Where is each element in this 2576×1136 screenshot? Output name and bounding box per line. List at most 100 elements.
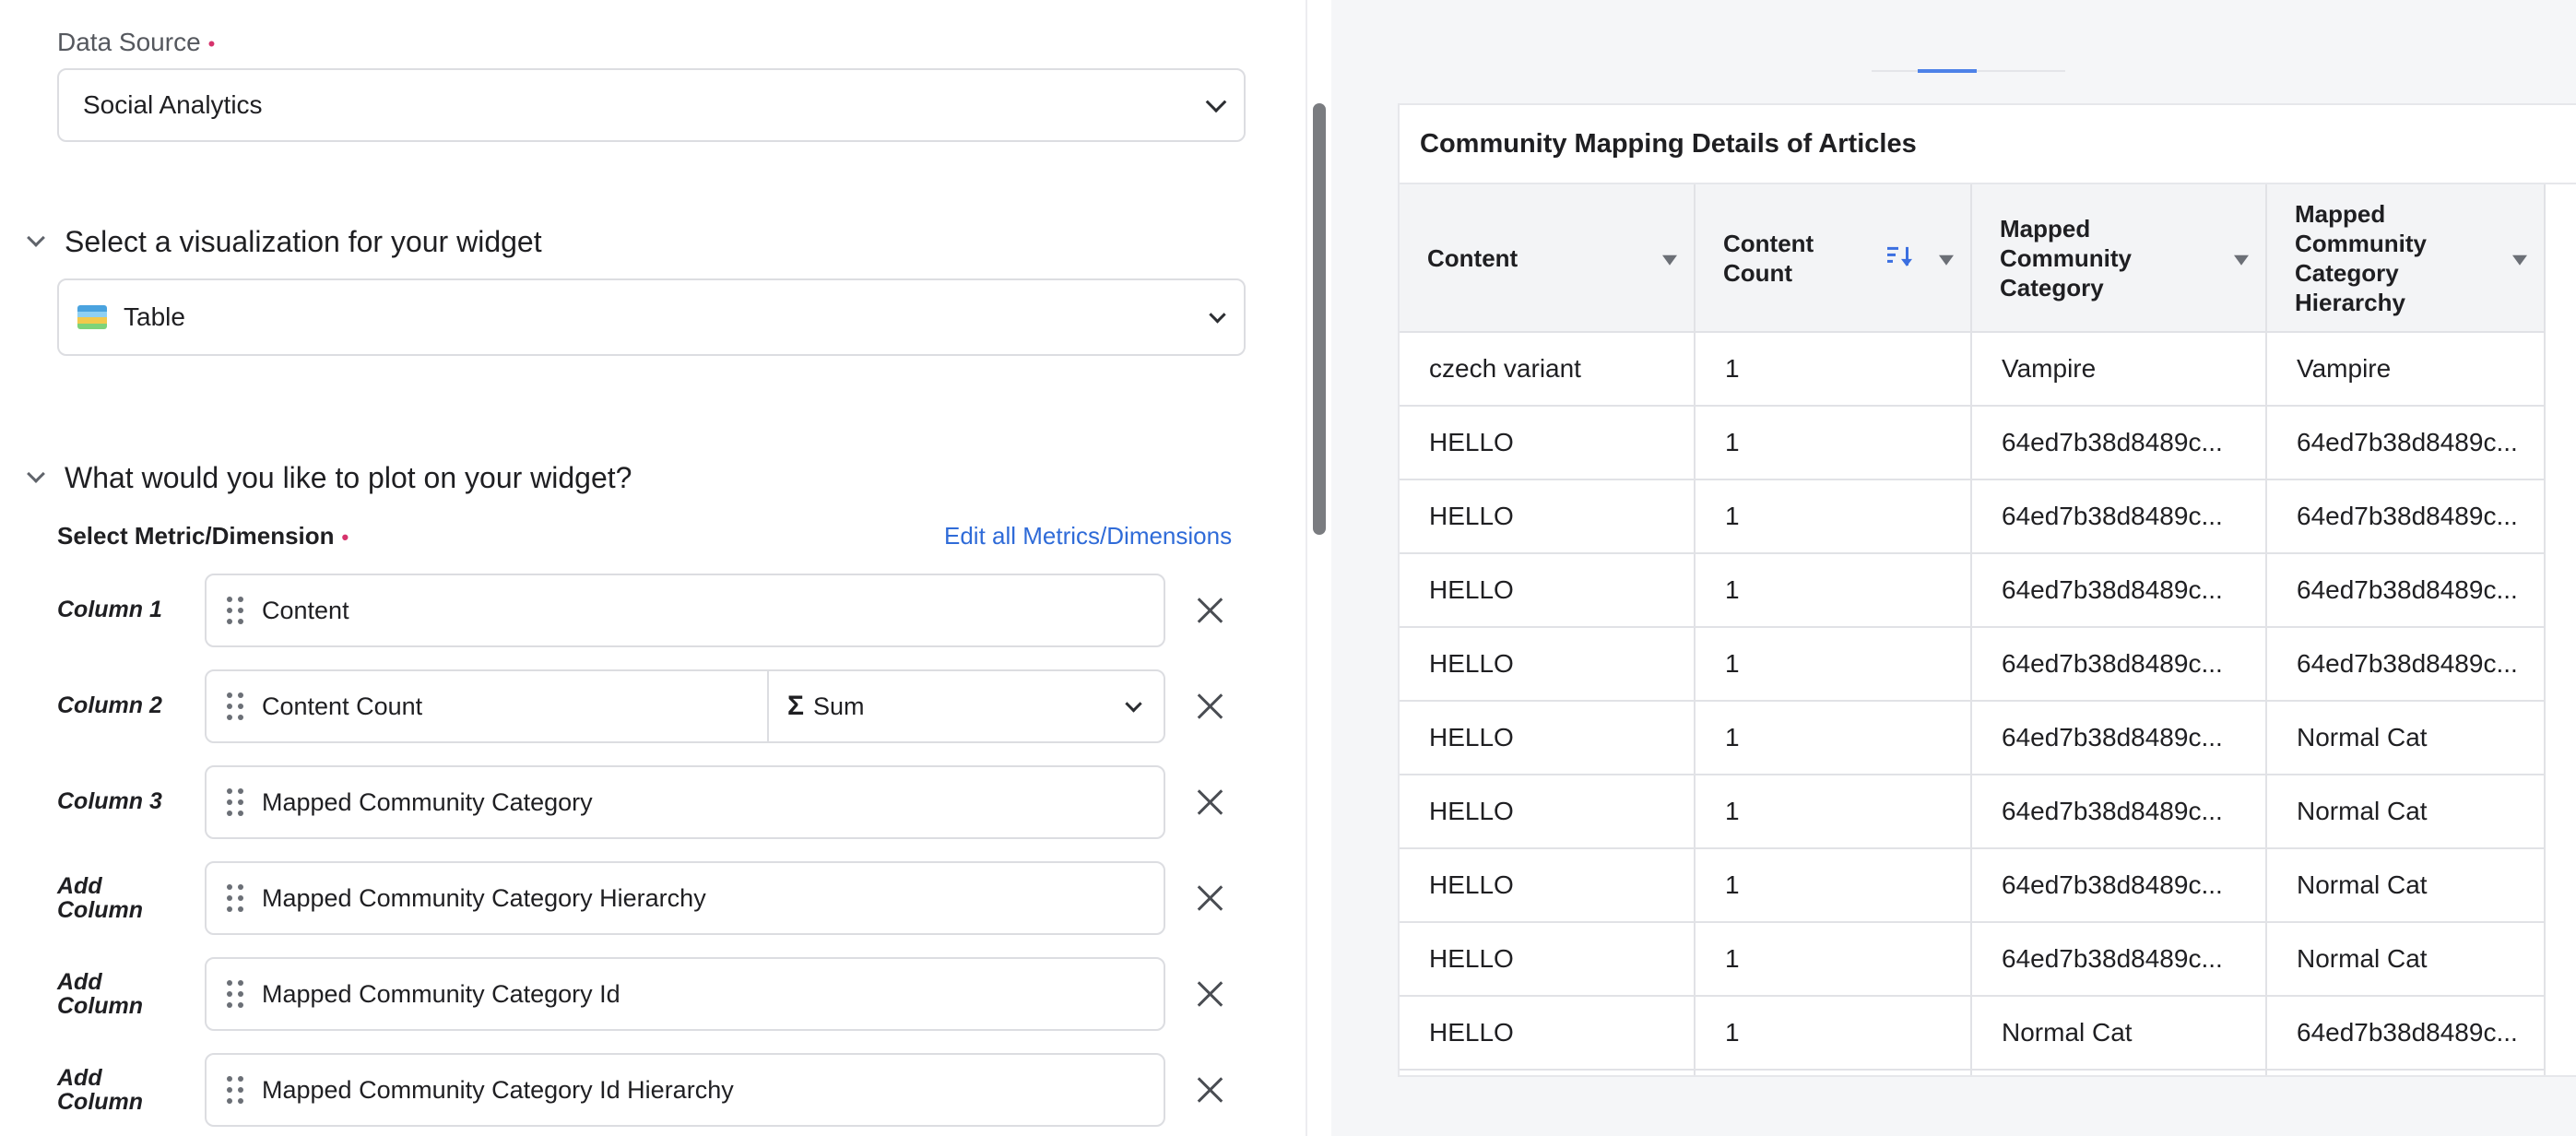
remove-column-icon[interactable] — [1194, 786, 1227, 819]
column-menu-icon[interactable] — [2512, 254, 2527, 266]
table-cell: 64ed7b38d8489c... — [2266, 627, 2546, 702]
column-header[interactable]: Content — [1400, 184, 1696, 333]
column-name: Add Column — [57, 969, 144, 1019]
column-name: Add Column — [57, 1065, 144, 1115]
table-cell — [1400, 1070, 1696, 1075]
column-header[interactable]: Content Count — [1695, 184, 1972, 333]
table-cell: Normal Cat — [2266, 775, 2546, 849]
sigma-icon: Σ — [787, 691, 805, 721]
column-header[interactable]: Mapped Community Category — [1971, 184, 2267, 333]
table-cell: 64ed7b38d8489c... — [1971, 479, 2267, 554]
table-cell — [1971, 1070, 2267, 1075]
column-row: Add Column Mapped Community Category Id — [0, 957, 1306, 1031]
drag-handle-icon[interactable] — [227, 882, 247, 914]
table-cell: HELLO — [1400, 701, 1696, 775]
table-cell: 1 — [1695, 701, 1972, 775]
edit-all-metrics-link[interactable]: Edit all Metrics/Dimensions — [944, 522, 1232, 550]
column-field[interactable]: Content Count Σ Sum — [205, 669, 1165, 743]
column-value: Content — [262, 596, 349, 624]
table-cell: 64ed7b38d8489c... — [2266, 553, 2546, 628]
column-menu-icon[interactable] — [2234, 254, 2249, 266]
table-cell: 64ed7b38d8489c... — [1971, 406, 2267, 480]
column-name: Column 3 — [57, 788, 162, 814]
table-row[interactable]: HELLO 1 64ed7b38d8489c... 64ed7b38d8489c... — [1400, 627, 2546, 702]
metric-dimension-label: Select Metric/Dimension • — [57, 522, 349, 550]
table-cell: 1 — [1695, 553, 1972, 628]
config-panel-scrollbar[interactable] — [1306, 0, 1331, 1136]
table-cell: HELLO — [1400, 406, 1696, 480]
table-row[interactable]: HELLO 1 64ed7b38d8489c... Normal Cat — [1400, 701, 2546, 775]
drag-handle-icon[interactable] — [227, 691, 247, 722]
drag-handle-icon[interactable] — [227, 1074, 247, 1106]
table-cell: 1 — [1695, 406, 1972, 480]
table-cell: 64ed7b38d8489c... — [1971, 848, 2267, 923]
table-cell: 64ed7b38d8489c... — [1971, 627, 2267, 702]
required-indicator: • — [341, 526, 349, 550]
preview-table: Content Content Count Mapped Community C… — [1400, 184, 2546, 1075]
remove-column-icon[interactable] — [1194, 594, 1227, 627]
data-source-select[interactable]: Social Analytics — [57, 68, 1246, 142]
widget-title: Community Mapping Details of Articles — [1400, 105, 2576, 184]
visualization-section-header[interactable]: Select a visualization for your widget — [22, 225, 542, 259]
table-cell: 64ed7b38d8489c... — [2266, 996, 2546, 1071]
column-value: Content Count — [262, 692, 423, 720]
table-cell: HELLO — [1400, 996, 1696, 1071]
required-indicator: • — [207, 31, 216, 55]
scrollbar-thumb[interactable] — [1313, 103, 1326, 535]
table-cell: czech variant — [1400, 332, 1696, 407]
remove-column-icon[interactable] — [1194, 977, 1227, 1011]
table-cell: 64ed7b38d8489c... — [1971, 775, 2267, 849]
column-menu-icon[interactable] — [1662, 254, 1677, 266]
column-field[interactable]: Mapped Community Category — [205, 765, 1165, 839]
table-row[interactable]: HELLO 1 64ed7b38d8489c... Normal Cat — [1400, 922, 2546, 997]
column-row: Column 3 Mapped Community Category — [0, 765, 1306, 839]
column-field[interactable]: Mapped Community Category Id — [205, 957, 1165, 1031]
column-menu-icon[interactable] — [1939, 254, 1954, 266]
column-field[interactable]: Mapped Community Category Id Hierarchy — [205, 1053, 1165, 1127]
table-color-icon — [77, 305, 107, 329]
drag-handle-icon[interactable] — [227, 978, 247, 1010]
column-row: Add Column Mapped Community Category Hie… — [0, 861, 1306, 935]
widget-config-panel: Data Source • Social Analytics Select a v… — [0, 0, 1306, 1136]
table-cell: 64ed7b38d8489c... — [1971, 701, 2267, 775]
tab-indicator — [1872, 69, 2065, 73]
chevron-down-icon — [1209, 306, 1226, 324]
remove-column-icon[interactable] — [1194, 882, 1227, 915]
table-cell: Normal Cat — [2266, 701, 2546, 775]
table-cell: Normal Cat — [2266, 848, 2546, 923]
table-row[interactable] — [1400, 1070, 2546, 1075]
table-row[interactable]: czech variant 1 Vampire Vampire — [1400, 332, 2546, 407]
widget-preview-panel: Community Mapping Details of Articles Co… — [1331, 0, 2576, 1136]
table-row[interactable]: HELLO 1 64ed7b38d8489c... 64ed7b38d8489c... — [1400, 406, 2546, 480]
column-field[interactable]: Content — [205, 574, 1165, 647]
drag-handle-icon[interactable] — [227, 787, 247, 818]
table-row[interactable]: HELLO 1 64ed7b38d8489c... Normal Cat — [1400, 848, 2546, 923]
column-name: Add Column — [57, 873, 144, 923]
table-cell: 1 — [1695, 479, 1972, 554]
table-cell: 64ed7b38d8489c... — [2266, 406, 2546, 480]
aggregation-value: Sum — [813, 692, 865, 720]
table-cell: 1 — [1695, 922, 1972, 997]
visualization-select[interactable]: Table — [57, 278, 1246, 356]
table-cell: 64ed7b38d8489c... — [1971, 922, 2267, 997]
remove-column-icon[interactable] — [1194, 690, 1227, 723]
chevron-down-icon — [1125, 695, 1142, 713]
column-row: Column 2 Content Count Σ Sum — [0, 669, 1306, 743]
table-row[interactable]: HELLO 1 Normal Cat 64ed7b38d8489c... — [1400, 996, 2546, 1071]
plot-section-header[interactable]: What would you like to plot on your widg… — [22, 461, 632, 495]
sort-descending-icon[interactable] — [1887, 246, 1913, 266]
drag-handle-icon[interactable] — [227, 595, 247, 626]
column-header[interactable]: Mapped Community Category Hierarchy — [2266, 184, 2546, 333]
table-row[interactable]: HELLO 1 64ed7b38d8489c... Normal Cat — [1400, 775, 2546, 849]
table-cell: 64ed7b38d8489c... — [2266, 479, 2546, 554]
table-row[interactable]: HELLO 1 64ed7b38d8489c... 64ed7b38d8489c... — [1400, 553, 2546, 628]
table-cell: HELLO — [1400, 775, 1696, 849]
column-field[interactable]: Mapped Community Category Hierarchy — [205, 861, 1165, 935]
remove-column-icon[interactable] — [1194, 1073, 1227, 1106]
table-cell: 1 — [1695, 996, 1972, 1071]
table-row[interactable]: HELLO 1 64ed7b38d8489c... 64ed7b38d8489c... — [1400, 479, 2546, 554]
column-value: Mapped Community Category Id — [262, 979, 620, 1008]
aggregation-select[interactable]: Σ Sum — [787, 671, 865, 741]
data-source-value: Social Analytics — [83, 90, 263, 119]
column-row: Add Column Mapped Community Category Id … — [0, 1053, 1306, 1127]
